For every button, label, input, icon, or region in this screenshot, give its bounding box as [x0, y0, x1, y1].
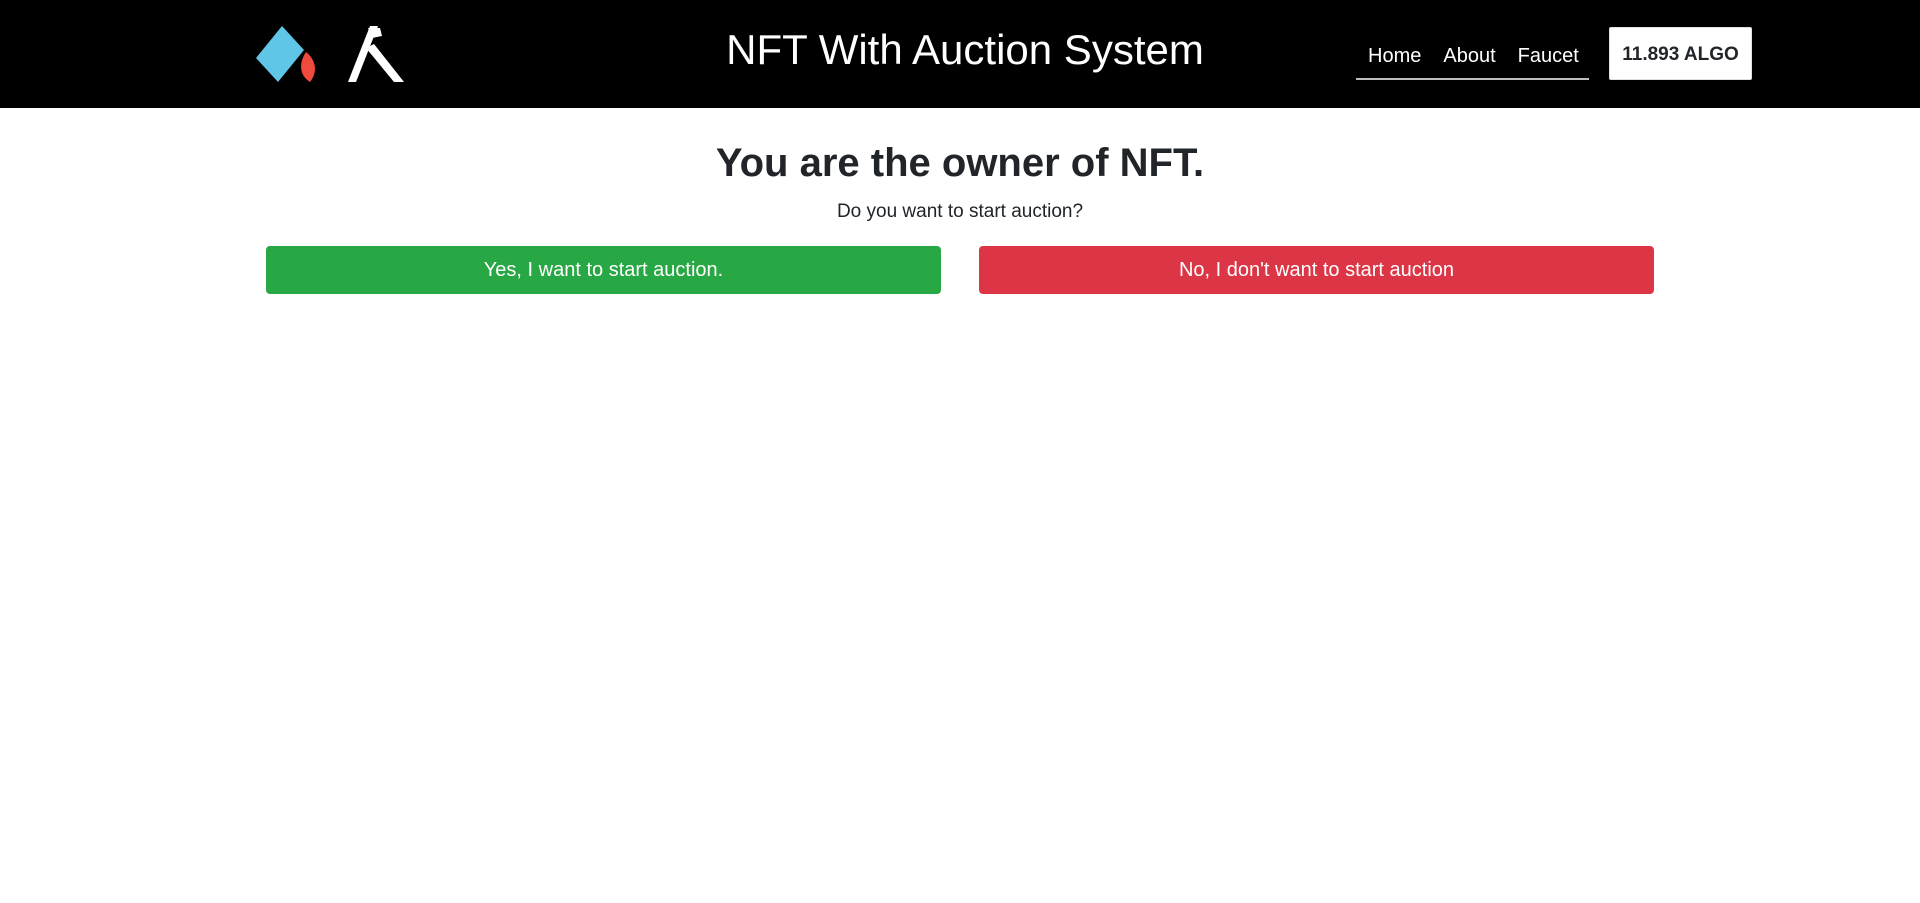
- start-auction-button[interactable]: Yes, I want to start auction.: [266, 246, 941, 294]
- owner-heading: You are the owner of NFT.: [715, 141, 1205, 185]
- nav-faucet-link[interactable]: Faucet: [1518, 36, 1579, 76]
- auction-question: Do you want to start auction?: [836, 201, 1084, 222]
- nav-links: Home About Faucet: [1356, 34, 1589, 80]
- nav-home-link[interactable]: Home: [1368, 36, 1421, 76]
- navbar: NFT With Auction System Home About Fauce…: [0, 0, 1920, 108]
- decline-auction-button[interactable]: No, I don't want to start auction: [979, 246, 1654, 294]
- nav-about-link[interactable]: About: [1443, 36, 1495, 76]
- wallet-balance-button[interactable]: 11.893 ALGO: [1609, 27, 1752, 80]
